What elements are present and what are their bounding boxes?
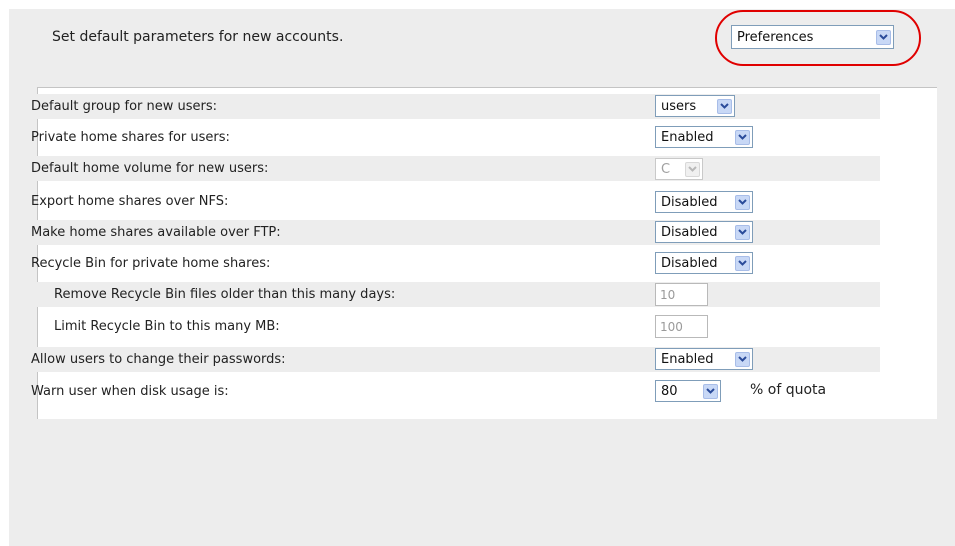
chevron-down-icon[interactable] <box>703 383 718 399</box>
private-home-shares-select[interactable]: Enabled <box>655 126 753 148</box>
export-nfs-value: Disabled <box>661 194 718 210</box>
private-home-shares-label: Private home shares for users: <box>31 130 230 145</box>
row-default-home-volume: Default home volume for new users: <box>25 156 880 181</box>
default-group-label: Default group for new users: <box>31 99 218 114</box>
recycle-bin-value: Disabled <box>661 255 718 271</box>
ftp-shares-select[interactable]: Disabled <box>655 221 753 243</box>
export-nfs-label: Export home shares over NFS: <box>31 194 229 209</box>
disk-usage-warning-select[interactable]: 80 <box>655 380 721 402</box>
export-nfs-select[interactable]: Disabled <box>655 191 753 213</box>
chevron-down-icon[interactable] <box>735 129 750 145</box>
change-passwords-select[interactable]: Enabled <box>655 348 753 370</box>
recycle-bin-size-label: Limit Recycle Bin to this many MB: <box>54 319 280 334</box>
chevron-down-icon[interactable] <box>735 255 750 271</box>
chevron-down-icon[interactable] <box>735 351 750 367</box>
row-recycle-bin-size: Limit Recycle Bin to this many MB: <box>25 314 880 339</box>
default-home-volume-label: Default home volume for new users: <box>31 161 269 176</box>
quota-suffix: % of quota <box>750 382 827 398</box>
default-group-value: users <box>661 98 697 114</box>
disk-usage-warning-value: 80 <box>661 383 678 399</box>
row-default-group: Default group for new users: <box>25 94 880 119</box>
default-home-volume-value: C <box>661 161 671 177</box>
chevron-down-icon[interactable] <box>735 224 750 240</box>
recycle-bin-select[interactable]: Disabled <box>655 252 753 274</box>
default-home-volume-select[interactable]: C <box>655 158 703 180</box>
chevron-down-icon <box>685 161 700 177</box>
disk-usage-warning-label: Warn user when disk usage is: <box>31 384 229 399</box>
annotation-highlight-ring <box>715 10 921 66</box>
default-group-select[interactable]: users <box>655 95 735 117</box>
chevron-down-icon[interactable] <box>717 98 732 114</box>
recycle-bin-days-input[interactable]: 10 <box>655 283 708 306</box>
private-home-shares-value: Enabled <box>661 129 714 145</box>
change-passwords-label: Allow users to change their passwords: <box>31 352 286 367</box>
recycle-bin-label: Recycle Bin for private home shares: <box>31 256 271 271</box>
recycle-bin-days-label: Remove Recycle Bin files older than this… <box>54 287 396 302</box>
ftp-shares-label: Make home shares available over FTP: <box>31 225 281 240</box>
page-description: Set default parameters for new accounts. <box>52 29 344 45</box>
change-passwords-value: Enabled <box>661 351 714 367</box>
recycle-bin-size-input[interactable]: 100 <box>655 315 708 338</box>
chevron-down-icon[interactable] <box>735 194 750 210</box>
ftp-shares-value: Disabled <box>661 224 718 240</box>
row-recycle-bin-days: Remove Recycle Bin files older than this… <box>25 282 880 307</box>
